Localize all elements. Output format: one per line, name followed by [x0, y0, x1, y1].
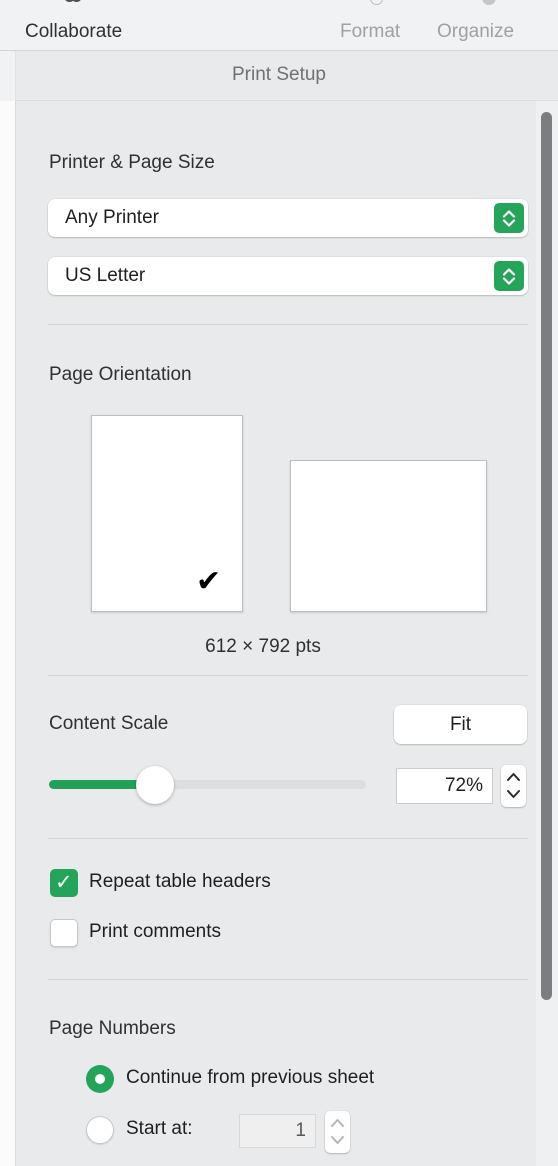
collaborate-icon[interactable]	[64, 0, 86, 5]
divider	[48, 324, 528, 325]
toolbar-item-collaborate[interactable]: Collaborate	[25, 20, 122, 44]
top-toolbar: Collaborate Format Organize	[0, 0, 558, 51]
page-numbers-continue-radio[interactable]	[86, 1065, 114, 1093]
page-numbers-continue-label: Continue from previous sheet	[126, 1067, 375, 1088]
repeat-table-headers-label: Repeat table headers	[89, 871, 271, 892]
content-scale-input[interactable]: 72%	[396, 768, 493, 804]
page-dimensions-text: 612 × 792 pts	[205, 636, 321, 657]
content-scale-value: 72%	[444, 775, 483, 796]
divider	[48, 675, 528, 676]
print-comments-label: Print comments	[89, 921, 221, 942]
start-at-value: 1	[295, 1120, 306, 1141]
content-scale-heading: Content Scale	[49, 713, 169, 734]
repeat-table-headers-checkbox[interactable]: ✓	[50, 869, 78, 897]
page-orientation-heading: Page Orientation	[49, 364, 192, 385]
content-scale-stepper[interactable]	[501, 765, 526, 807]
panel-title-bar: Print Setup	[0, 51, 558, 101]
chevron-up-icon[interactable]	[506, 772, 521, 782]
start-at-input[interactable]: 1	[239, 1114, 316, 1148]
chevron-updown-icon[interactable]	[494, 203, 524, 233]
check-icon: ✓	[55, 870, 73, 894]
print-comments-checkbox[interactable]	[50, 919, 78, 947]
printer-select[interactable]: Any Printer	[48, 199, 528, 237]
toolbar-item-format[interactable]: Format	[340, 20, 400, 44]
printer-page-size-heading: Printer & Page Size	[49, 152, 215, 173]
toolbar-item-organize[interactable]: Organize	[437, 20, 514, 44]
paper-size-select[interactable]: US Letter	[48, 257, 528, 295]
organize-icon[interactable]	[482, 0, 496, 5]
page-title: Print Setup	[232, 64, 326, 85]
panel-left-strip	[0, 101, 16, 1166]
format-icon[interactable]	[370, 0, 383, 5]
divider	[48, 838, 528, 839]
printer-select-value: Any Printer	[65, 207, 159, 228]
orientation-landscape-option[interactable]	[290, 460, 487, 612]
chevron-down-icon[interactable]	[330, 1135, 345, 1145]
page-numbers-heading: Page Numbers	[49, 1018, 176, 1039]
start-at-stepper[interactable]	[325, 1111, 350, 1153]
page-numbers-start-at-radio[interactable]	[86, 1116, 114, 1144]
fit-button-label: Fit	[449, 714, 472, 735]
print-setup-panel: Collaborate Format Organize Print Setup …	[0, 0, 558, 1166]
chevron-updown-icon[interactable]	[494, 261, 524, 291]
divider	[48, 979, 528, 980]
scrollbar-thumb[interactable]	[541, 112, 552, 1000]
orientation-selected-check-icon: ✔	[196, 564, 222, 599]
paper-size-select-value: US Letter	[65, 265, 146, 286]
fit-button[interactable]: Fit	[394, 705, 527, 744]
page-numbers-start-at-label: Start at:	[126, 1118, 193, 1139]
chevron-down-icon[interactable]	[506, 789, 521, 799]
chevron-up-icon[interactable]	[330, 1118, 345, 1128]
content-scale-slider-knob[interactable]	[136, 766, 174, 804]
